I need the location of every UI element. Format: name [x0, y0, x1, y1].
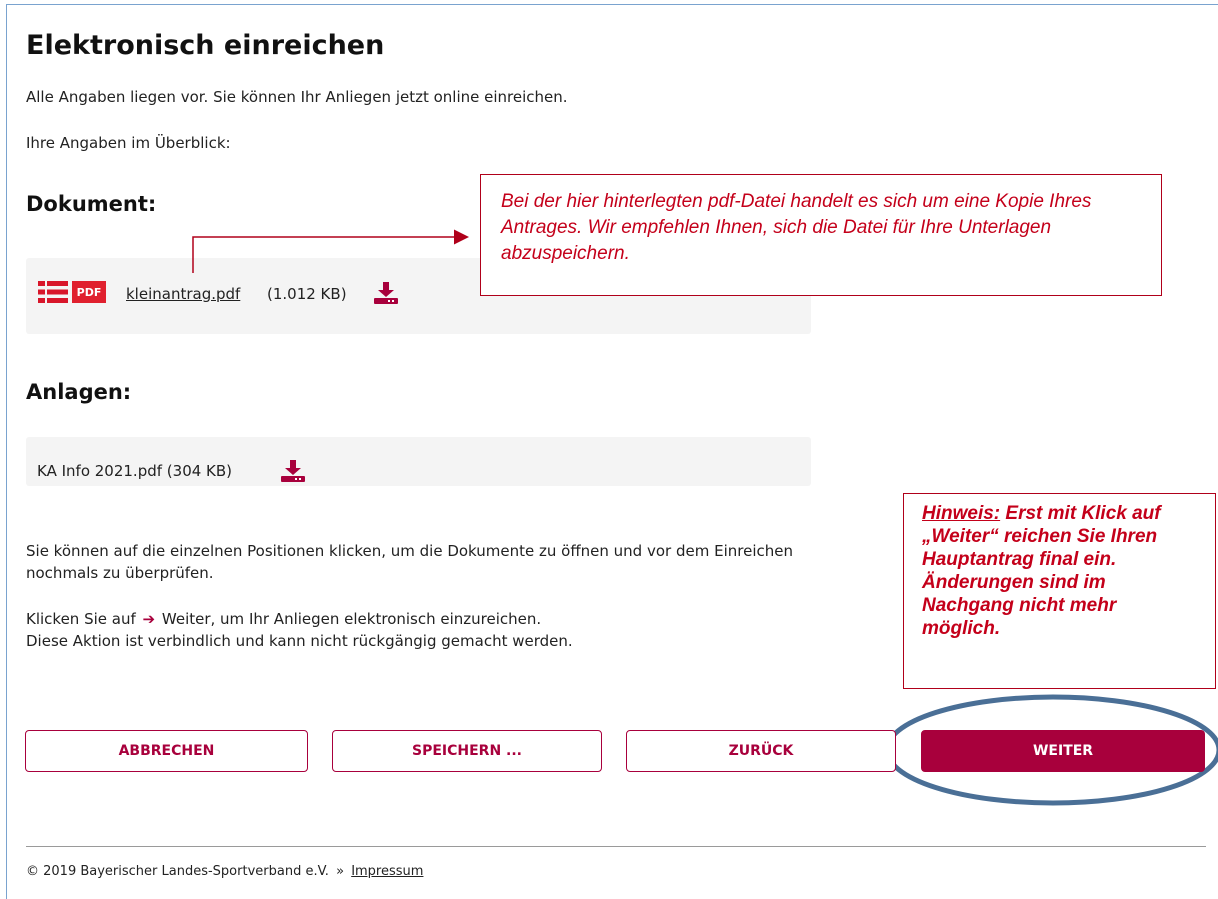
info-text: Sie können auf die einzelnen Positionen … [26, 542, 793, 582]
cancel-button[interactable]: ABBRECHEN [25, 730, 308, 772]
chevron-right-icon: » [336, 864, 345, 879]
action-line2: Diese Aktion ist verbindlich und kann ni… [26, 632, 573, 650]
dokument-file-size: (1.012 KB) [267, 285, 347, 303]
page-frame-top [6, 4, 1218, 5]
annotation-pdf-note: Bei der hier hinterlegten pdf-Datei hand… [480, 174, 1162, 296]
page-frame-left [6, 4, 7, 899]
annotation-hinweis: Hinweis: Erst mit Klick auf „Weiter“ rei… [903, 493, 1216, 689]
anlagen-heading: Anlagen: [26, 380, 132, 404]
action-prefix: Klicken Sie auf [26, 610, 136, 628]
download-icon[interactable] [374, 282, 398, 304]
pdf-icon: PDF [72, 281, 106, 303]
footer-divider [26, 846, 1206, 847]
dokument-file-link[interactable]: kleinantrag.pdf [126, 285, 240, 303]
save-button[interactable]: SPEICHERN ... [332, 730, 602, 772]
overview-label: Ihre Angaben im Überblick: [26, 134, 231, 152]
page-title: Elektronisch einreichen [26, 30, 385, 61]
impressum-link[interactable]: Impressum [351, 864, 423, 879]
anlagen-file-link[interactable]: KA Info 2021.pdf (304 KB) [37, 462, 232, 480]
download-icon[interactable] [281, 460, 305, 482]
action-text: Klicken Sie auf ➔ Weiter, um Ihr Anliege… [26, 608, 816, 652]
back-button[interactable]: ZURÜCK [626, 730, 896, 772]
action-suffix: Weiter, um Ihr Anliegen elektronisch ein… [161, 610, 542, 628]
next-button[interactable]: WEITER [921, 730, 1205, 772]
dokument-heading: Dokument: [26, 192, 157, 216]
footer-copyright: © 2019 Bayerischer Landes-Sportverband e… [26, 864, 329, 879]
hinweis-label: Hinweis: [922, 503, 1001, 524]
intro-text: Alle Angaben liegen vor. Sie können Ihr … [26, 88, 568, 106]
list-icon[interactable] [38, 281, 68, 303]
footer: © 2019 Bayerischer Landes-Sportverband e… [26, 864, 423, 879]
arrow-right-icon: ➔ [142, 610, 156, 628]
